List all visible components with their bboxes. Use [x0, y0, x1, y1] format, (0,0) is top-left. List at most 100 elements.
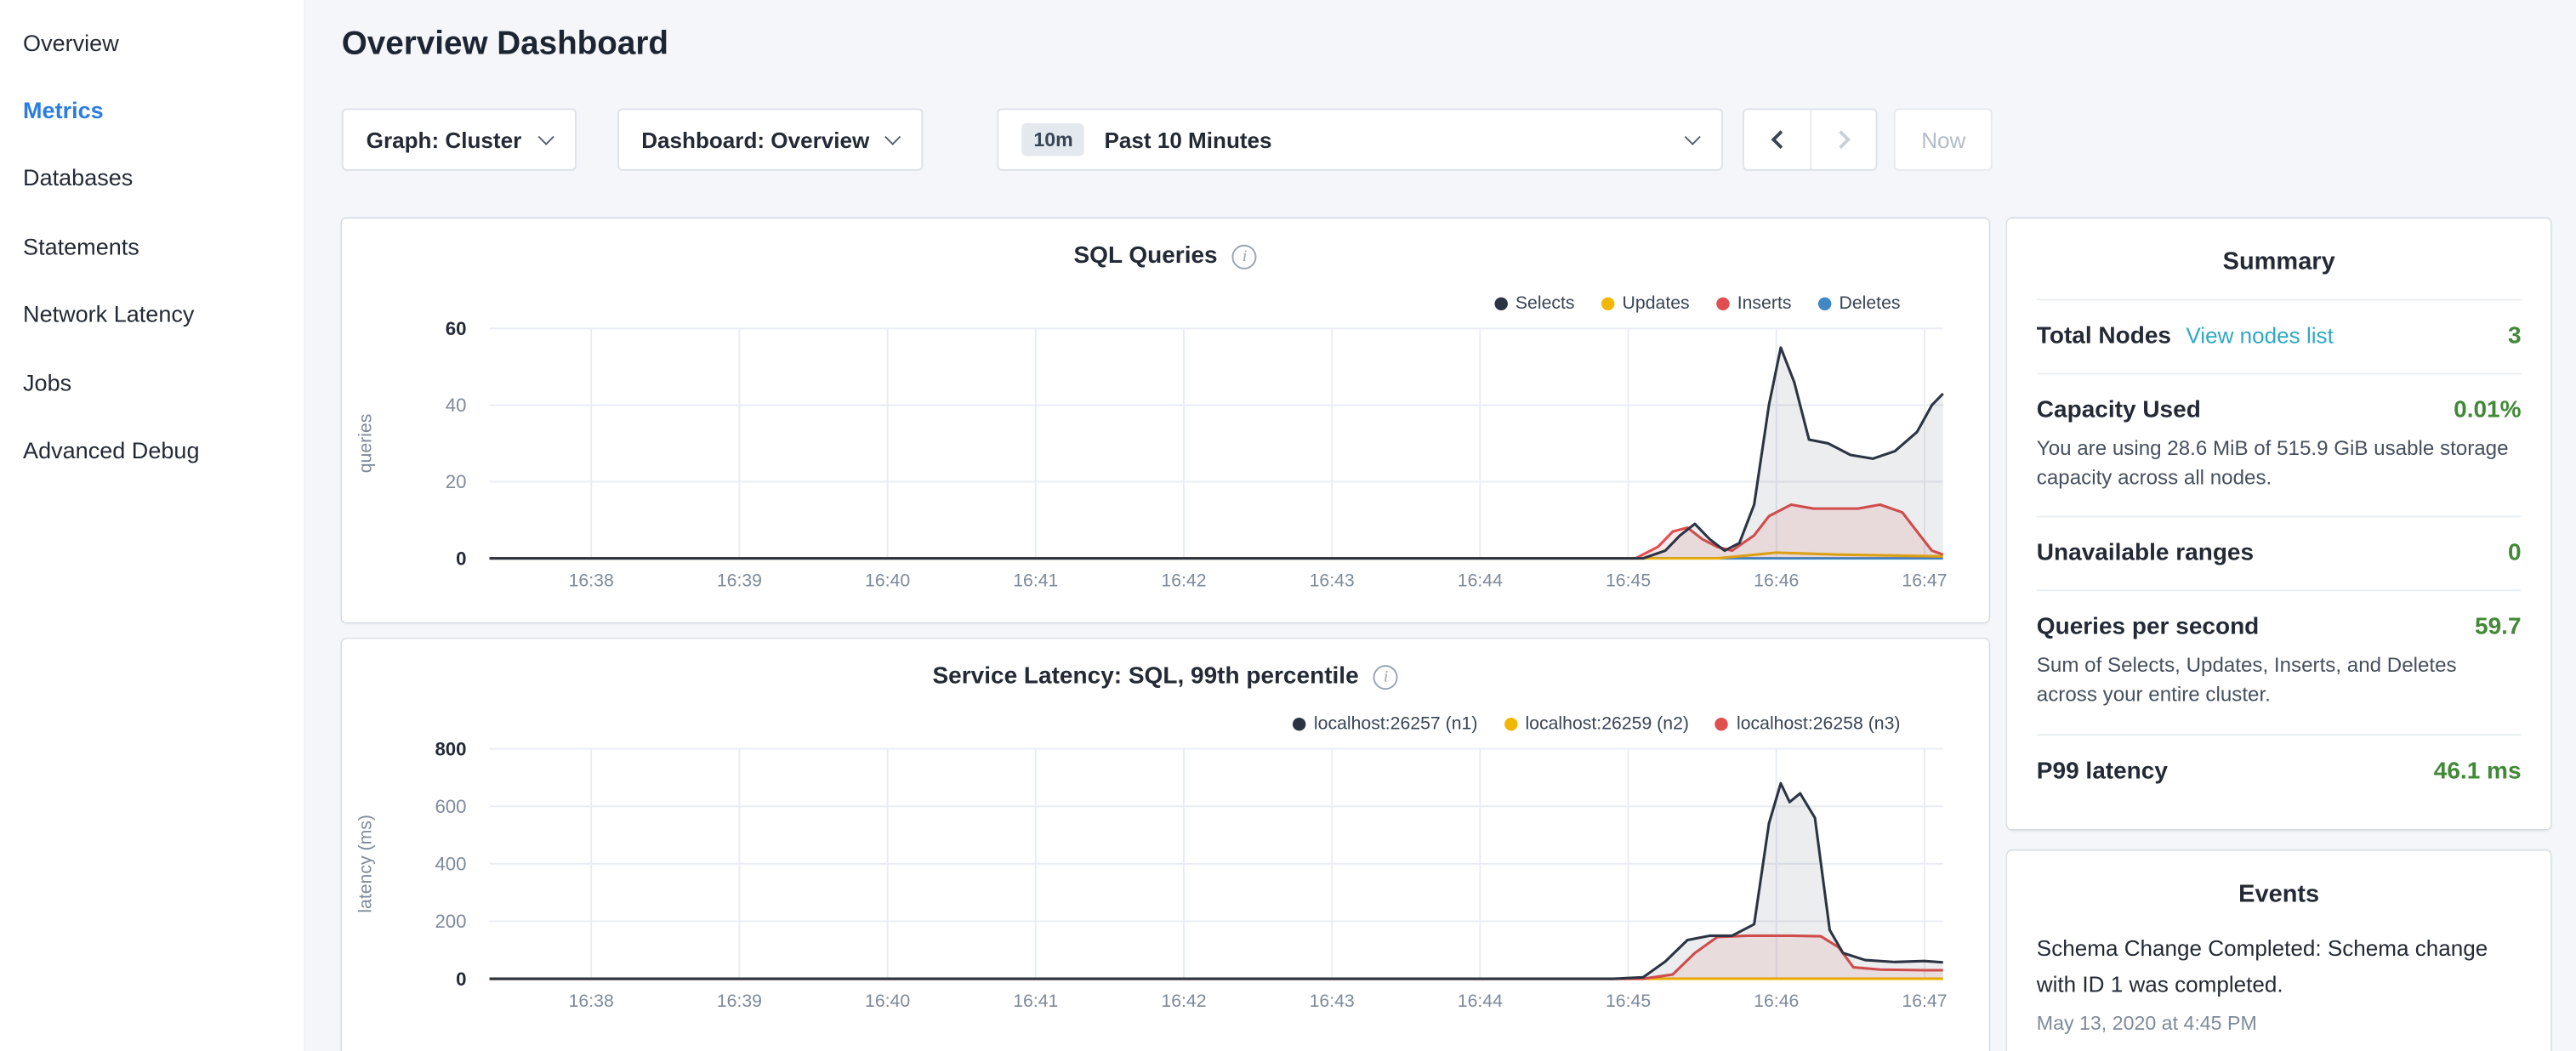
- event-timestamp: May 13, 2020 at 4:45 PM: [2037, 1002, 2522, 1035]
- chart-plot: 16:38 16:39 16:40 16:41 16:42 16:43 16:44 16:45…: [342, 730, 1989, 1032]
- summary-label: P99 latency: [2037, 758, 2168, 784]
- sidebar-item-overview[interactable]: Overview: [0, 9, 304, 77]
- summary-value: 0: [2508, 541, 2522, 567]
- event-message: Schema Change Completed: Schema change w…: [2037, 931, 2522, 1002]
- svg-text:16:45: 16:45: [1606, 570, 1651, 590]
- svg-text:16:43: 16:43: [1310, 991, 1355, 1011]
- svg-text:16:47: 16:47: [1902, 991, 1947, 1011]
- svg-text:200: 200: [435, 911, 466, 932]
- summary-label: Total Nodes: [2037, 323, 2171, 349]
- legend-dot: [1716, 298, 1729, 310]
- time-nav-group: [1743, 108, 1878, 170]
- time-prev-button[interactable]: [1745, 110, 1811, 169]
- time-range-label: Past 10 Minutes: [1104, 128, 1669, 152]
- legend-dot: [1293, 718, 1305, 730]
- service-latency-chart-card: Service Latency: SQL, 99th percentile lo…: [342, 639, 1989, 1051]
- legend-dot: [1494, 298, 1507, 310]
- summary-value: 46.1 ms: [2434, 758, 2522, 784]
- svg-text:queries: queries: [355, 414, 375, 474]
- summary-row-unavailable-ranges: Unavailable ranges 0: [2037, 516, 2522, 590]
- info-icon[interactable]: [1373, 664, 1398, 689]
- app-root: OverviewMetricsDatabasesStatementsNetwor…: [0, 0, 2575, 1051]
- summary-row-queries-per-second: Queries per second 59.7Sum of Selects, Up…: [2037, 590, 2522, 734]
- summary-value: 59.7: [2475, 615, 2522, 641]
- now-button[interactable]: Now: [1894, 108, 1993, 170]
- svg-text:20: 20: [446, 471, 467, 492]
- view-nodes-link[interactable]: View nodes list: [2186, 323, 2333, 348]
- chevron-down-icon: [1685, 129, 1701, 145]
- dashboard-dropdown[interactable]: Dashboard: Overview: [617, 108, 924, 170]
- chart-canvas-sql-queries: 16:38 16:39 16:40 16:41 16:42 16:43 16:44 16:45…: [342, 310, 1989, 612]
- summary-row-p99-latency: P99 latency 46.1 ms: [2037, 733, 2522, 807]
- svg-text:16:42: 16:42: [1161, 570, 1206, 590]
- summary-value: 0.01%: [2454, 397, 2521, 423]
- chart-title: Service Latency: SQL, 99th percentile: [932, 663, 1358, 690]
- svg-text:16:39: 16:39: [717, 570, 762, 590]
- svg-text:16:42: 16:42: [1161, 991, 1206, 1011]
- time-range-badge: 10m: [1022, 123, 1084, 156]
- summary-desc: Sum of Selects, Updates, Inserts, and De…: [2037, 641, 2522, 711]
- svg-text:16:38: 16:38: [569, 991, 614, 1011]
- summary-row-capacity-used: Capacity Used 0.01%You are using 28.6 MiB…: [2037, 372, 2522, 516]
- svg-text:16:46: 16:46: [1754, 570, 1799, 590]
- svg-text:16:44: 16:44: [1458, 570, 1503, 590]
- svg-text:16:46: 16:46: [1754, 991, 1799, 1011]
- chevron-left-icon: [1771, 130, 1790, 149]
- svg-text:0: 0: [456, 969, 466, 990]
- svg-text:latency (ms): latency (ms): [355, 815, 375, 913]
- page-title: Overview Dashboard: [342, 26, 668, 64]
- legend-dot: [1817, 298, 1830, 310]
- summary-title: Summary: [2007, 219, 2550, 299]
- svg-text:16:40: 16:40: [865, 570, 910, 590]
- info-icon[interactable]: [1232, 244, 1257, 269]
- svg-text:16:40: 16:40: [865, 991, 910, 1011]
- svg-text:400: 400: [435, 854, 466, 875]
- sql-queries-chart-card: SQL Queries SelectsUpdatesInsertsDeletes…: [342, 219, 1989, 622]
- sidebar: OverviewMetricsDatabasesStatementsNetwor…: [0, 0, 305, 1051]
- events-list: Schema Change Completed: Schema change w…: [2007, 924, 2550, 1041]
- chart-title: SQL Queries: [1073, 243, 1217, 270]
- legend-dot: [1715, 718, 1728, 730]
- summary-row-total-nodes: Total Nodes View nodes list 3: [2037, 298, 2522, 372]
- legend-dot: [1504, 718, 1516, 730]
- sidebar-item-jobs[interactable]: Jobs: [0, 348, 304, 416]
- summary-panel: Summary Total Nodes View nodes list 3 Capac…: [2007, 219, 2550, 829]
- chart-plot: 16:38 16:39 16:40 16:41 16:42 16:43 16:44 16:45…: [342, 310, 1989, 612]
- chevron-down-icon: [885, 129, 901, 145]
- sidebar-item-advanced-debug[interactable]: Advanced Debug: [0, 416, 304, 484]
- graph-scope-dropdown[interactable]: Graph: Cluster: [342, 108, 576, 170]
- svg-text:16:41: 16:41: [1013, 991, 1058, 1011]
- svg-text:40: 40: [446, 395, 467, 416]
- chart-header: Service Latency: SQL, 99th percentile: [342, 663, 1989, 690]
- chevron-right-icon: [1832, 130, 1851, 149]
- sidebar-item-databases[interactable]: Databases: [0, 145, 304, 213]
- svg-text:600: 600: [435, 796, 466, 817]
- summary-label: Unavailable ranges: [2037, 541, 2254, 567]
- svg-text:16:43: 16:43: [1310, 570, 1355, 590]
- chart-header: SQL Queries: [342, 243, 1989, 270]
- svg-text:800: 800: [435, 738, 466, 759]
- summary-value: 3: [2508, 323, 2522, 349]
- chart-canvas-service-latency: 16:38 16:39 16:40 16:41 16:42 16:43 16:44 16:45…: [342, 730, 1989, 1032]
- svg-text:16:41: 16:41: [1013, 570, 1058, 590]
- chevron-down-icon: [537, 129, 554, 145]
- time-range-picker[interactable]: 10m Past 10 Minutes: [998, 108, 1724, 170]
- summary-rows: Total Nodes View nodes list 3 Capacity Used…: [2037, 298, 2522, 807]
- summary-label: Capacity Used: [2037, 397, 2201, 423]
- event-item: Schema Change Completed: Schema change w…: [2037, 924, 2522, 1041]
- svg-text:16:45: 16:45: [1606, 991, 1651, 1011]
- summary-label: Queries per second: [2037, 615, 2259, 641]
- sidebar-item-network-latency[interactable]: Network Latency: [0, 280, 304, 348]
- summary-desc: You are using 28.6 MiB of 515.9 GiB usab…: [2037, 423, 2522, 493]
- legend-dot: [1601, 298, 1613, 310]
- svg-text:16:39: 16:39: [717, 991, 762, 1011]
- sidebar-item-statements[interactable]: Statements: [0, 212, 304, 280]
- svg-text:16:47: 16:47: [1902, 570, 1947, 590]
- sidebar-item-metrics[interactable]: Metrics: [0, 77, 304, 145]
- time-next-button[interactable]: [1811, 110, 1876, 169]
- events-title: Events: [2007, 850, 2550, 924]
- svg-text:16:44: 16:44: [1458, 991, 1503, 1011]
- svg-text:60: 60: [446, 318, 467, 339]
- svg-text:16:38: 16:38: [569, 570, 614, 590]
- graph-scope-label: Graph: Cluster: [367, 128, 522, 152]
